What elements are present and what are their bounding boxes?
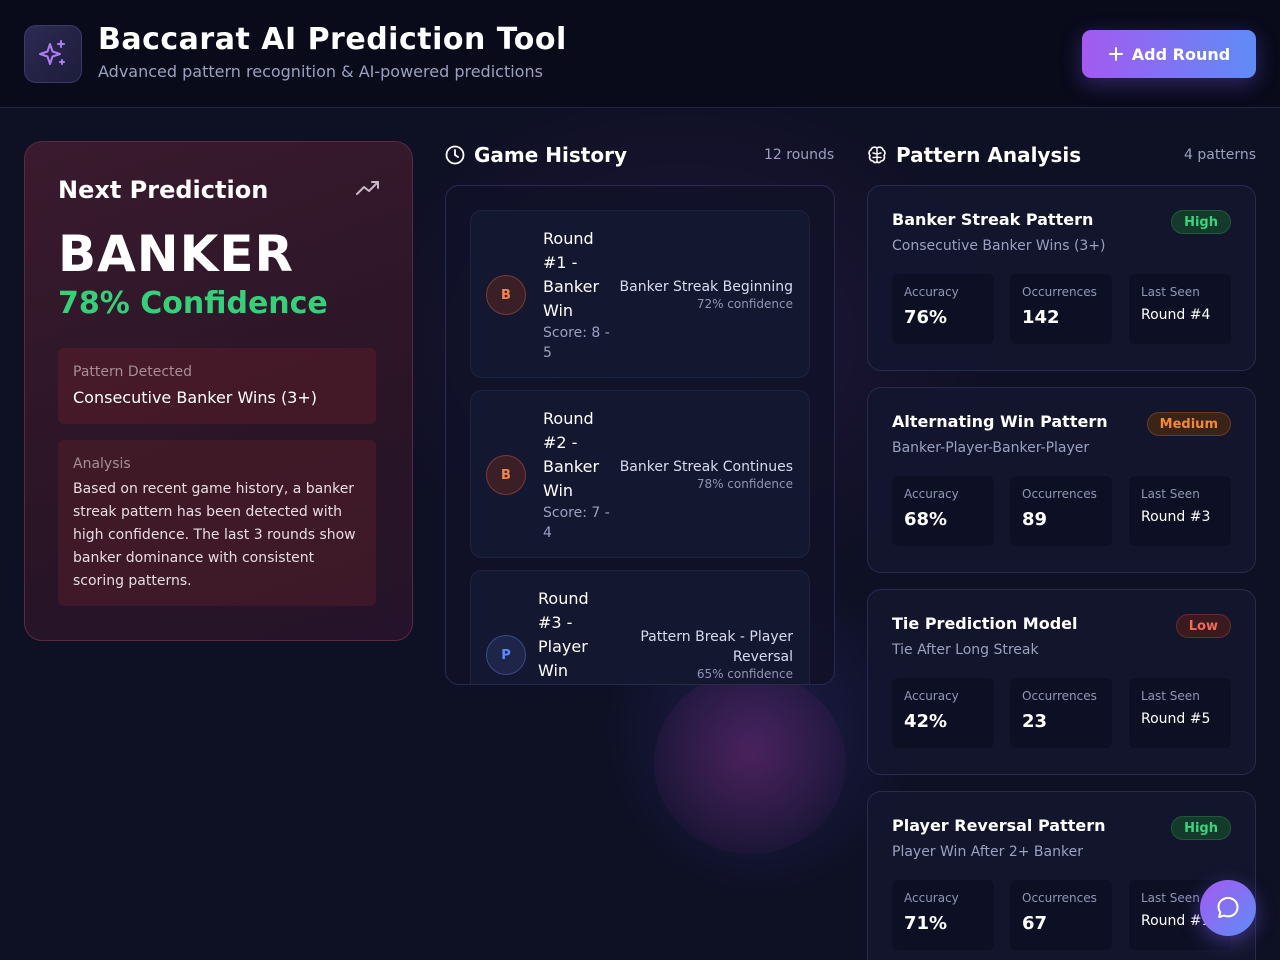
stat-label: Occurrences — [1022, 891, 1097, 905]
stat-label: Occurrences — [1022, 689, 1097, 703]
stat-label: Occurrences — [1022, 285, 1097, 299]
pattern-analysis-title: Pattern Analysis — [896, 143, 1082, 167]
occurrences-stat: Occurrences 89 — [1010, 476, 1112, 546]
pattern-card[interactable]: Tie Prediction Model Tie After Long Stre… — [867, 589, 1256, 775]
stat-value: Round #1 — [1141, 913, 1211, 929]
accuracy-stat: Accuracy 42% — [892, 678, 994, 748]
pattern-card[interactable]: Banker Streak Pattern Consecutive Banker… — [867, 185, 1256, 371]
chat-bubble-icon — [1217, 897, 1239, 918]
prediction-value: BANKER — [58, 225, 295, 283]
chat-button[interactable] — [1200, 880, 1256, 936]
confidence-level-badge: Low — [1175, 614, 1231, 638]
round-title: Round #3 - Player Win — [538, 589, 589, 680]
brain-icon — [868, 146, 886, 164]
round-pattern: Banker Streak Beginning — [619, 279, 793, 295]
stat-value: 23 — [1022, 711, 1048, 732]
clock-icon — [445, 145, 465, 165]
stat-label: Accuracy — [904, 487, 959, 501]
pattern-card[interactable]: Player Reversal Pattern Player Win After… — [867, 791, 1256, 960]
stat-value: 89 — [1022, 509, 1048, 530]
prediction-heading: Next Prediction — [58, 176, 269, 204]
stat-value: 68% — [904, 509, 948, 530]
add-round-button[interactable]: Add Round — [1082, 30, 1256, 78]
player-badge: P — [486, 635, 526, 675]
occurrences-stat: Occurrences 67 — [1010, 880, 1112, 950]
confidence-level-badge: Medium — [1146, 412, 1231, 436]
round-confidence: 78% confidence — [696, 477, 793, 491]
last-seen-stat: Last Seen Round #3 — [1129, 476, 1231, 546]
pattern-description: Consecutive Banker Wins (3+) — [892, 238, 1106, 254]
pattern-name: Banker Streak Pattern — [892, 210, 1094, 229]
sparkles-icon — [39, 40, 65, 65]
pattern-detected-label: Pattern Detected — [73, 364, 192, 380]
accuracy-stat: Accuracy 68% — [892, 476, 994, 546]
pattern-name: Tie Prediction Model — [892, 614, 1078, 633]
app-title: Baccarat AI Prediction Tool — [98, 22, 567, 57]
background-blob — [654, 672, 846, 854]
stat-label: Last Seen — [1141, 689, 1200, 703]
accuracy-stat: Accuracy 76% — [892, 274, 994, 344]
app-header: Baccarat AI Prediction Tool Advanced pat… — [0, 0, 1280, 108]
pattern-description: Tie After Long Streak — [892, 642, 1039, 658]
stat-value: Round #4 — [1141, 307, 1211, 323]
round-pattern: Pattern Break - Player Reversal — [640, 629, 793, 665]
stat-value: Round #3 — [1141, 509, 1211, 525]
stat-value: 67 — [1022, 913, 1048, 934]
round-score: Score: 7 - 4 — [543, 505, 610, 541]
history-round-item[interactable]: P Round #3 - Player Win Pattern Break - … — [470, 570, 810, 684]
stat-label: Occurrences — [1022, 487, 1097, 501]
history-round-item[interactable]: B Round #2 - Banker Win Score: 7 - 4 Ban… — [470, 390, 810, 558]
occurrences-stat: Occurrences 23 — [1010, 678, 1112, 748]
app-subtitle: Advanced pattern recognition & AI-powere… — [98, 62, 543, 81]
stat-value: 71% — [904, 913, 948, 934]
analysis-label: Analysis — [73, 456, 131, 472]
banker-badge: B — [486, 275, 526, 315]
last-seen-stat: Last Seen Round #5 — [1129, 678, 1231, 748]
stat-label: Accuracy — [904, 285, 959, 299]
stat-value: 42% — [904, 711, 948, 732]
trending-up-icon — [356, 181, 379, 195]
stat-value: 142 — [1022, 307, 1060, 328]
pattern-detected-value: Consecutive Banker Wins (3+) — [73, 388, 318, 407]
round-title: Round #2 - Banker Win — [543, 409, 600, 500]
game-history-title: Game History — [474, 143, 627, 167]
last-seen-stat: Last Seen Round #4 — [1129, 274, 1231, 344]
pattern-count: 4 patterns — [1184, 147, 1257, 163]
banker-badge: B — [486, 455, 526, 495]
stat-label: Accuracy — [904, 891, 959, 905]
history-round-item[interactable]: B Round #1 - Banker Win Score: 8 - 5 Ban… — [470, 210, 810, 378]
pattern-detected-box: Pattern Detected Consecutive Banker Wins… — [58, 348, 376, 424]
confidence-level-badge: High — [1171, 210, 1231, 234]
stat-value: Round #5 — [1141, 711, 1211, 727]
confidence-level-badge: High — [1171, 816, 1231, 840]
next-prediction-card: Next Prediction BANKER 78% Confidence Pa… — [24, 141, 413, 641]
stat-label: Last Seen — [1141, 487, 1200, 501]
prediction-confidence: 78% Confidence — [58, 286, 328, 321]
stat-label: Last Seen — [1141, 891, 1200, 905]
analysis-text: Based on recent game history, a banker s… — [73, 481, 356, 589]
accuracy-stat: Accuracy 71% — [892, 880, 994, 950]
analysis-box: Analysis Based on recent game history, a… — [58, 440, 376, 606]
round-pattern: Banker Streak Continues — [619, 459, 793, 475]
pattern-description: Player Win After 2+ Banker — [892, 844, 1083, 860]
stat-label: Accuracy — [904, 689, 959, 703]
pattern-name: Alternating Win Pattern — [892, 412, 1108, 431]
add-round-label: Add Round — [1131, 44, 1231, 64]
game-history-heading: Game History — [445, 143, 627, 167]
plus-icon — [1108, 47, 1123, 61]
occurrences-stat: Occurrences 142 — [1010, 274, 1112, 344]
pattern-analysis-heading: Pattern Analysis — [867, 143, 1081, 167]
stat-label: Last Seen — [1141, 285, 1200, 299]
round-title: Round #1 - Banker Win — [543, 229, 600, 320]
pattern-name: Player Reversal Pattern — [892, 816, 1106, 835]
stat-value: 76% — [904, 307, 948, 328]
round-confidence: 72% confidence — [696, 297, 793, 311]
round-count: 12 rounds — [764, 147, 835, 163]
game-history-list[interactable]: B Round #1 - Banker Win Score: 8 - 5 Ban… — [445, 185, 835, 685]
app-logo — [24, 25, 82, 83]
round-confidence: 65% confidence — [696, 667, 793, 681]
pattern-card[interactable]: Alternating Win Pattern Banker-Player-Ba… — [867, 387, 1256, 573]
pattern-description: Banker-Player-Banker-Player — [892, 440, 1090, 456]
round-score: Score: 8 - 5 — [543, 325, 610, 361]
